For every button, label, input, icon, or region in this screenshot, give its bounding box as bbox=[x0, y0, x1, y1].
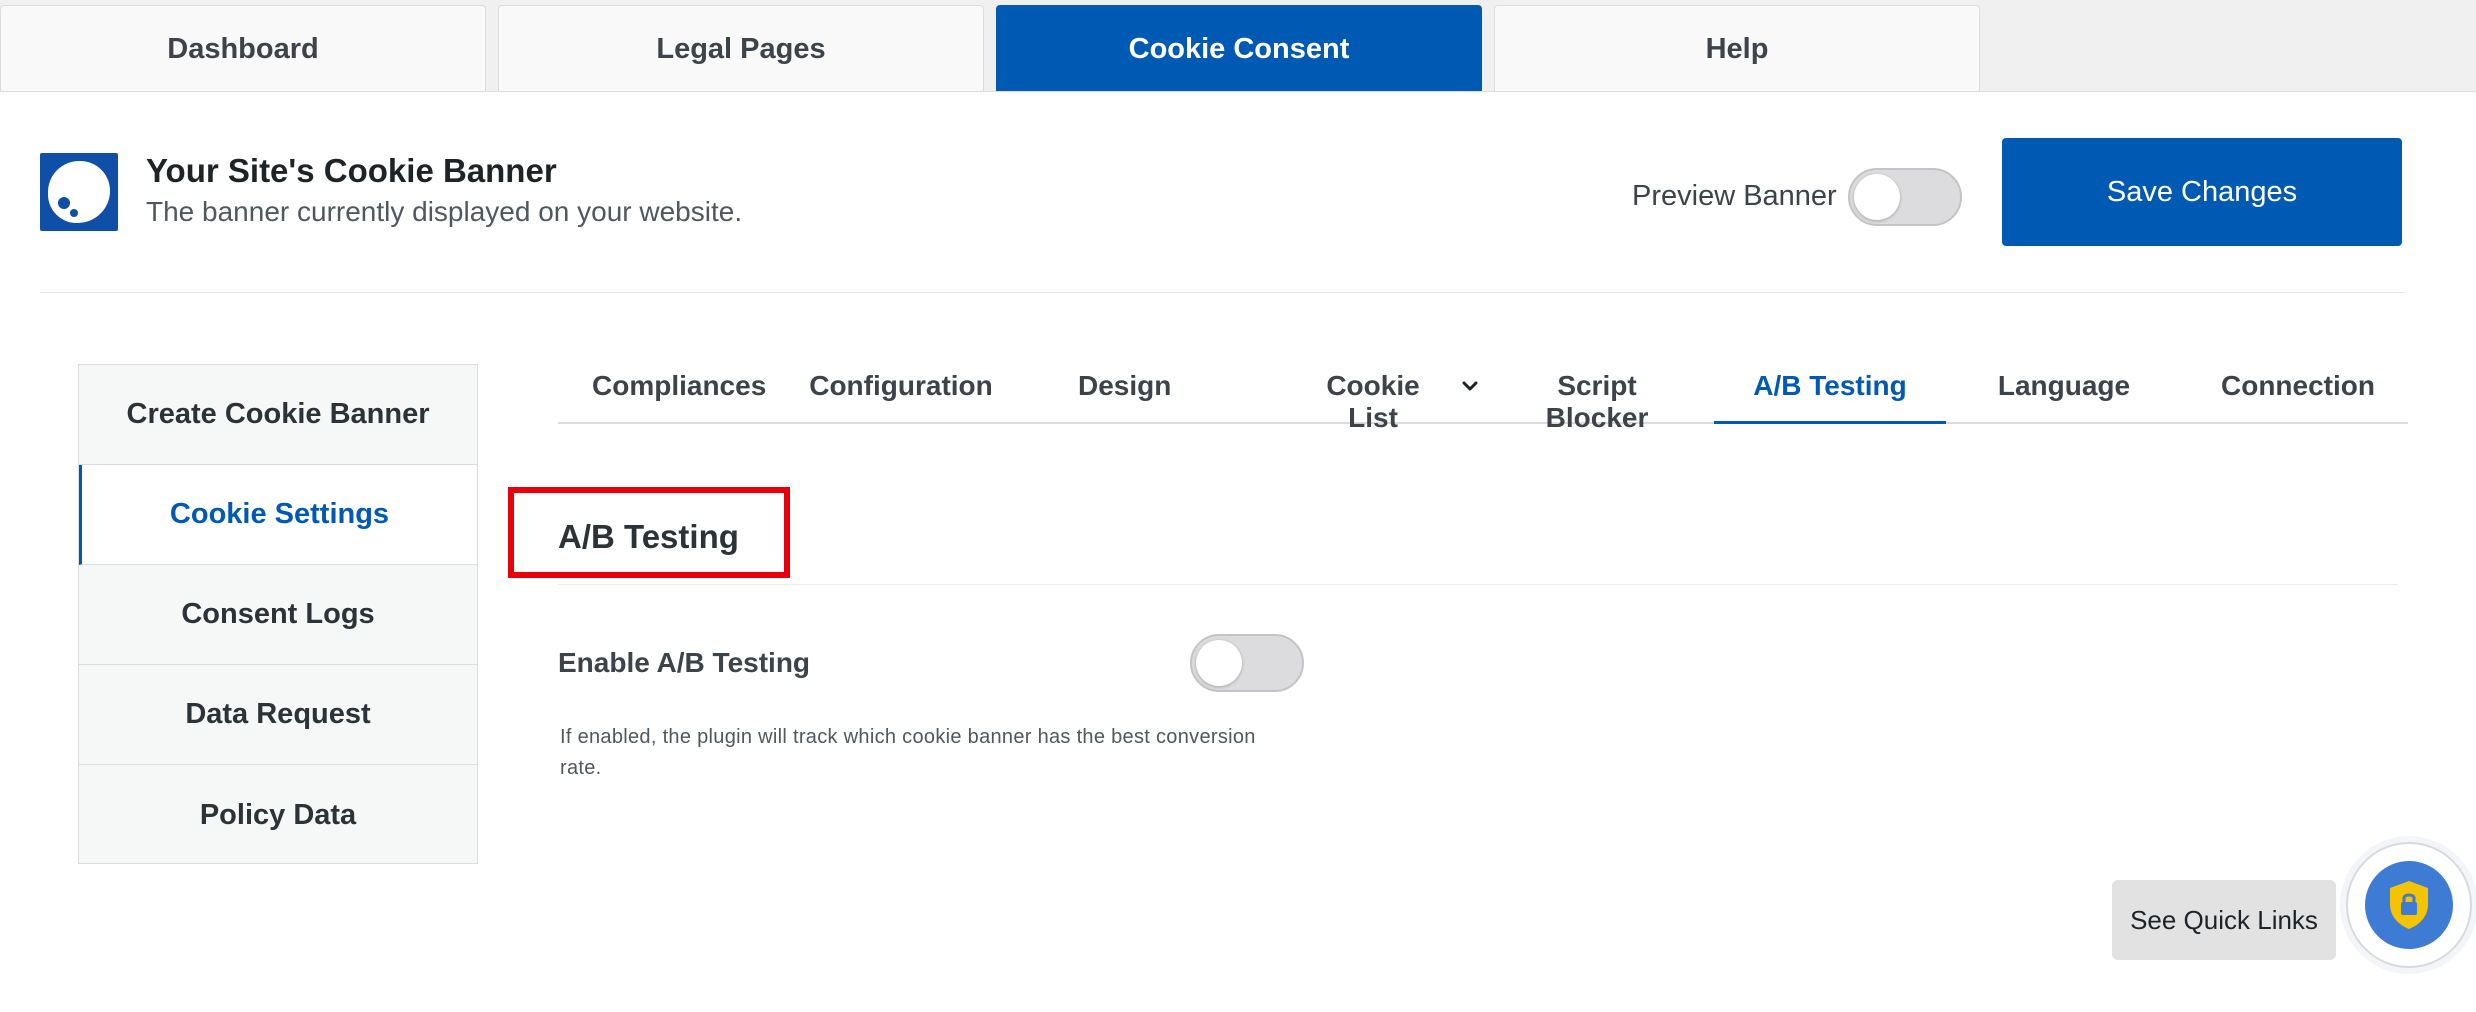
preview-banner-toggle[interactable] bbox=[1848, 168, 1962, 226]
top-tab-bar: Dashboard Legal Pages Cookie Consent Hel… bbox=[0, 0, 2476, 92]
ab-testing-help-text: If enabled, the plugin will track which … bbox=[560, 726, 1256, 779]
shield-lock-icon bbox=[2390, 881, 2428, 929]
top-divider bbox=[0, 91, 2476, 92]
tab-legal-pages[interactable]: Legal Pages bbox=[498, 5, 984, 92]
save-changes-button[interactable]: Save Changes bbox=[2002, 138, 2402, 246]
help-widget-inner bbox=[2365, 861, 2453, 949]
enable-ab-testing-label: Enable A/B Testing bbox=[558, 647, 811, 678]
subtab-language[interactable]: Language bbox=[1994, 370, 2134, 424]
sidebar-item-create-cookie-banner[interactable]: Create Cookie Banner bbox=[79, 365, 477, 465]
sidebar-item-cookie-settings[interactable]: Cookie Settings bbox=[79, 465, 477, 565]
subtab-ab-testing[interactable]: A/B Testing bbox=[1714, 370, 1946, 424]
cookie-blob-logo-icon bbox=[40, 153, 118, 231]
tab-cookie-consent[interactable]: Cookie Consent bbox=[996, 5, 1482, 92]
header-divider bbox=[40, 292, 2404, 293]
tab-dashboard[interactable]: Dashboard bbox=[0, 5, 486, 92]
subtab-cookie-list[interactable]: Cookie List bbox=[1298, 370, 1448, 433]
section-title: A/B Testing bbox=[558, 518, 739, 555]
subtab-script-blocker[interactable]: Script Blocker bbox=[1506, 370, 1688, 433]
subtab-design[interactable]: Design bbox=[1078, 370, 1171, 424]
settings-subtabs: Compliances Configuration Design Cookie … bbox=[558, 360, 2408, 433]
chevron-down-icon[interactable] bbox=[1460, 376, 1480, 396]
subtab-configuration[interactable]: Configuration bbox=[808, 370, 994, 424]
enable-ab-testing-toggle[interactable] bbox=[1190, 634, 1304, 692]
sidebar-item-policy-data[interactable]: Policy Data bbox=[79, 765, 477, 865]
subtab-compliances[interactable]: Compliances bbox=[592, 370, 766, 424]
banner-subtitle: The banner currently displayed on your w… bbox=[146, 196, 743, 227]
subtab-connection[interactable]: Connection bbox=[2218, 370, 2378, 424]
sidebar-item-data-request[interactable]: Data Request bbox=[79, 665, 477, 765]
settings-sidebar: Create Cookie Banner Cookie Settings Con… bbox=[78, 364, 478, 864]
toggle-knob bbox=[1196, 640, 1242, 686]
see-quick-links-button[interactable]: See Quick Links bbox=[2112, 880, 2336, 960]
tab-help[interactable]: Help bbox=[1494, 5, 1980, 92]
sidebar-item-consent-logs[interactable]: Consent Logs bbox=[79, 565, 477, 665]
section-divider bbox=[558, 584, 2398, 585]
toggle-knob bbox=[1854, 174, 1900, 220]
help-widget-button[interactable] bbox=[2346, 842, 2472, 968]
banner-title: Your Site's Cookie Banner bbox=[146, 152, 557, 189]
preview-banner-label: Preview Banner bbox=[1632, 180, 1837, 212]
